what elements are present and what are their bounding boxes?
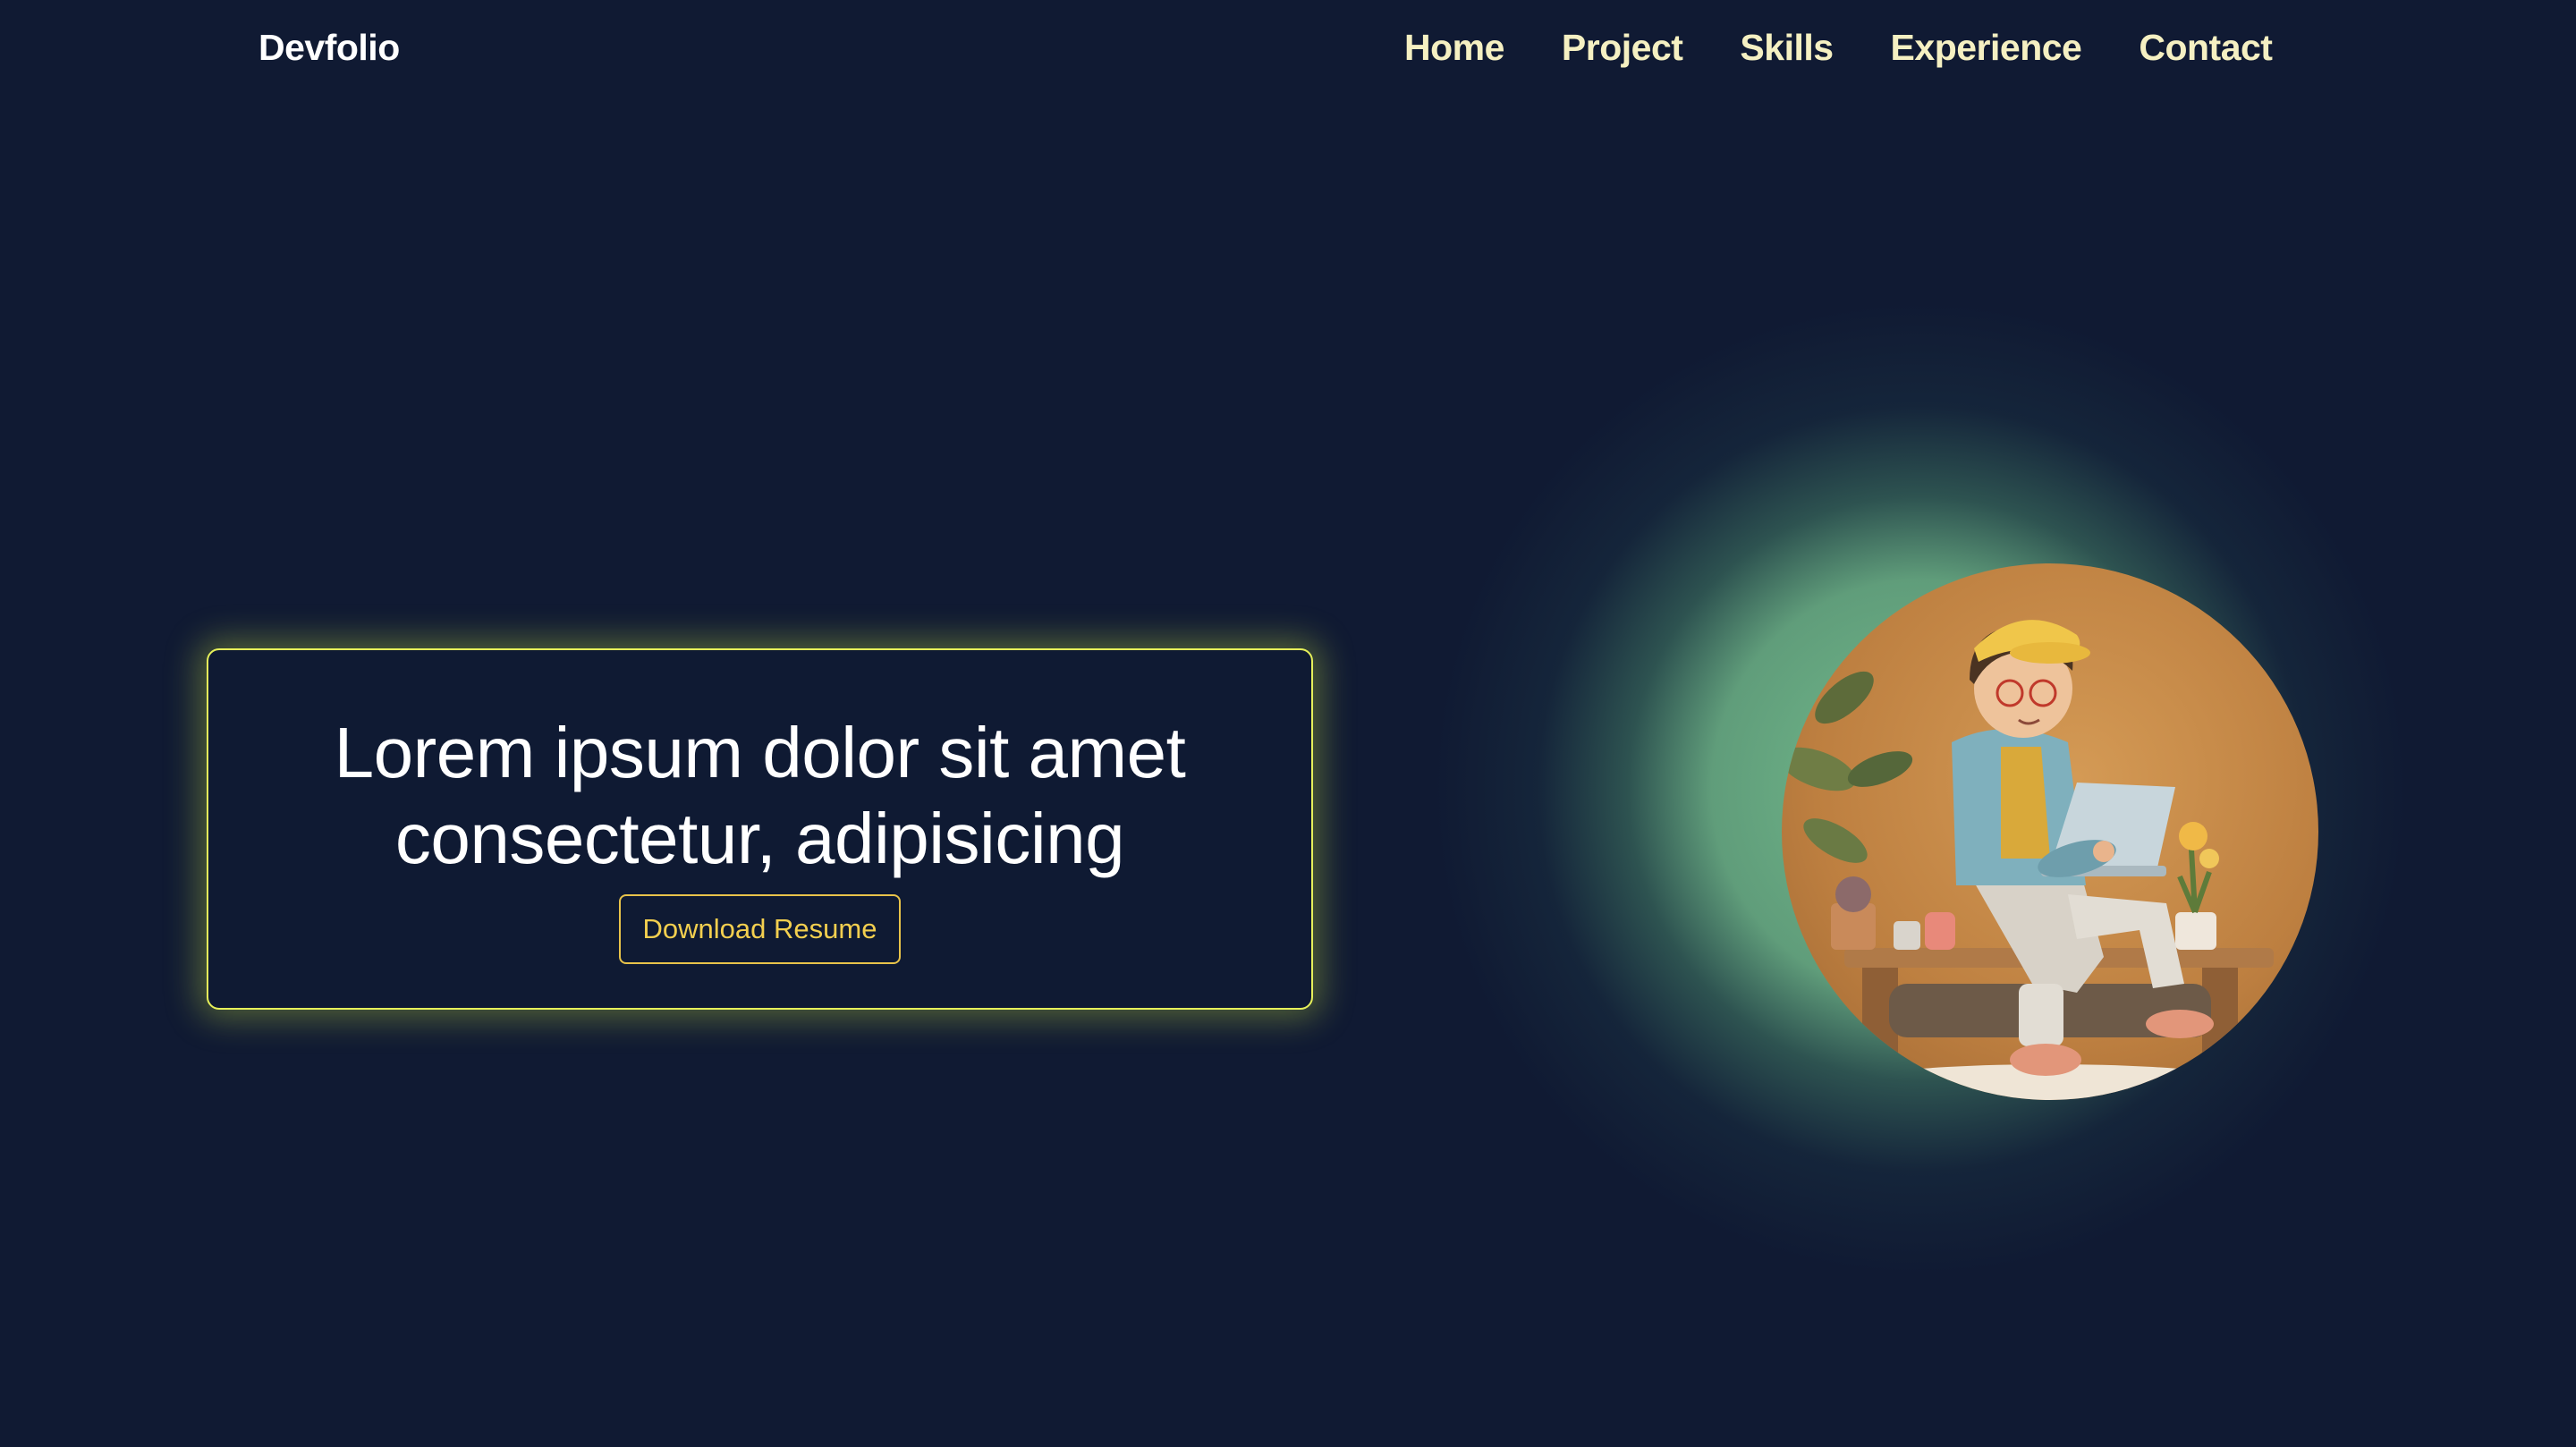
main-nav: Home Project Skills Experience Contact — [1404, 27, 2273, 69]
hero-card: Lorem ipsum dolor sit amet consectetur, … — [207, 648, 1313, 1010]
download-resume-button[interactable]: Download Resume — [618, 894, 902, 964]
developer-avatar-icon — [1782, 563, 2318, 1100]
nav-experience[interactable]: Experience — [1891, 27, 2082, 69]
brand-logo[interactable]: Devfolio — [258, 27, 400, 69]
nav-project[interactable]: Project — [1562, 27, 1683, 69]
nav-contact[interactable]: Contact — [2139, 27, 2273, 69]
nav-home[interactable]: Home — [1404, 27, 1504, 69]
hero-title: Lorem ipsum dolor sit amet consectetur, … — [334, 713, 1186, 878]
nav-skills[interactable]: Skills — [1740, 27, 1834, 69]
